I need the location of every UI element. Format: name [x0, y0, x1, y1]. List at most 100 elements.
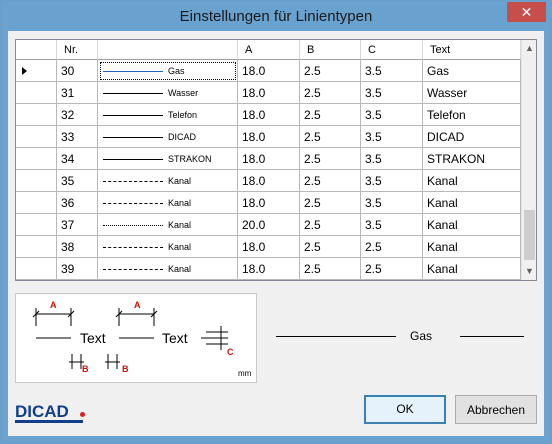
table-row[interactable]: 35 Kanal 18.0 2.5 3.5 Kanal [16, 170, 521, 192]
row-indicator [16, 258, 57, 280]
cell-c[interactable]: 3.5 [361, 192, 423, 214]
vertical-scrollbar[interactable]: ▲ ▼ [521, 40, 536, 280]
cell-nr[interactable]: 30 [57, 60, 98, 82]
cancel-button[interactable]: Abbrechen [455, 395, 537, 424]
logo-dot-icon [80, 412, 85, 417]
line-preview [103, 225, 163, 226]
cell-nr[interactable]: 38 [57, 236, 98, 258]
dialog-window: Einstellungen für Linientypen ✕ Nr. A B … [0, 0, 552, 444]
cell-text[interactable]: STRAKON [423, 148, 521, 170]
header-b[interactable]: B [300, 40, 361, 60]
header-nr[interactable]: Nr. [57, 40, 98, 60]
cell-c[interactable]: 2.5 [361, 236, 423, 258]
cell-preview[interactable]: Kanal [98, 214, 238, 236]
dialog-client-area: Nr. A B C Text 30 Gas 18.0 2.5 3.5 Gas 31 Wasse… [8, 31, 544, 436]
cell-c[interactable]: 3.5 [361, 148, 423, 170]
cell-text[interactable]: Gas [423, 60, 521, 82]
cell-c[interactable]: 3.5 [361, 60, 423, 82]
dimension-label-b-left: B [82, 364, 89, 374]
cell-a[interactable]: 18.0 [238, 236, 300, 258]
cell-preview[interactable]: DICAD [98, 126, 238, 148]
ok-button[interactable]: OK [364, 395, 446, 424]
row-indicator [16, 236, 57, 258]
cell-nr[interactable]: 35 [57, 170, 98, 192]
cell-text[interactable]: Wasser [423, 82, 521, 104]
cell-b[interactable]: 2.5 [300, 60, 361, 82]
cell-nr[interactable]: 33 [57, 126, 98, 148]
scroll-down-arrow-icon[interactable]: ▼ [522, 263, 536, 280]
table-row[interactable]: 36 Kanal 18.0 2.5 3.5 Kanal [16, 192, 521, 214]
cell-preview[interactable]: Kanal [98, 236, 238, 258]
cell-b[interactable]: 2.5 [300, 126, 361, 148]
cell-a[interactable]: 18.0 [238, 104, 300, 126]
header-preview[interactable] [98, 40, 238, 60]
cell-nr[interactable]: 36 [57, 192, 98, 214]
cell-text[interactable]: Telefon [423, 104, 521, 126]
line-preview [103, 137, 163, 138]
cell-text[interactable]: Kanal [423, 214, 521, 236]
cell-a[interactable]: 18.0 [238, 148, 300, 170]
cell-preview[interactable]: Kanal [98, 170, 238, 192]
header-c[interactable]: C [361, 40, 423, 60]
cell-text[interactable]: DICAD [423, 126, 521, 148]
line-preview-label: Kanal [168, 176, 192, 186]
cell-a[interactable]: 18.0 [238, 170, 300, 192]
cell-text[interactable]: Kanal [423, 192, 521, 214]
cell-b[interactable]: 2.5 [300, 258, 361, 280]
cell-preview[interactable]: Gas [98, 60, 238, 82]
table-row[interactable]: 34 STRAKON 18.0 2.5 3.5 STRAKON [16, 148, 521, 170]
table-row[interactable]: 39 Kanal 18.0 2.5 2.5 Kanal [16, 258, 521, 280]
row-indicator [16, 148, 57, 170]
cell-b[interactable]: 2.5 [300, 236, 361, 258]
linetype-grid[interactable]: Nr. A B C Text 30 Gas 18.0 2.5 3.5 Gas 31 Wasse… [15, 39, 537, 281]
cell-b[interactable]: 2.5 [300, 148, 361, 170]
cell-a[interactable]: 20.0 [238, 214, 300, 236]
table-row[interactable]: 38 Kanal 18.0 2.5 2.5 Kanal [16, 236, 521, 258]
cell-nr[interactable]: 34 [57, 148, 98, 170]
table-row[interactable]: 37 Kanal 20.0 2.5 3.5 Kanal [16, 214, 521, 236]
cell-text[interactable]: Kanal [423, 170, 521, 192]
row-indicator [16, 60, 57, 82]
cell-c[interactable]: 3.5 [361, 82, 423, 104]
header-a[interactable]: A [238, 40, 300, 60]
line-preview [103, 71, 163, 72]
table-row[interactable]: 31 Wasser 18.0 2.5 3.5 Wasser [16, 82, 521, 104]
title-bar[interactable]: Einstellungen für Linientypen ✕ [1, 1, 551, 31]
header-text[interactable]: Text [423, 40, 521, 60]
cell-b[interactable]: 2.5 [300, 214, 361, 236]
cell-a[interactable]: 18.0 [238, 192, 300, 214]
cell-a[interactable]: 18.0 [238, 60, 300, 82]
cell-nr[interactable]: 32 [57, 104, 98, 126]
cell-preview[interactable]: Kanal [98, 258, 238, 280]
cell-text[interactable]: Kanal [423, 236, 521, 258]
cell-b[interactable]: 2.5 [300, 82, 361, 104]
cell-text[interactable]: Kanal [423, 258, 521, 280]
sample-line-left [276, 336, 396, 337]
line-preview [103, 269, 163, 270]
line-preview [103, 203, 163, 204]
cell-nr[interactable]: 39 [57, 258, 98, 280]
cell-c[interactable]: 3.5 [361, 170, 423, 192]
cell-preview[interactable]: Telefon [98, 104, 238, 126]
cell-b[interactable]: 2.5 [300, 104, 361, 126]
table-row[interactable]: 33 DICAD 18.0 2.5 3.5 DICAD [16, 126, 521, 148]
cell-b[interactable]: 2.5 [300, 192, 361, 214]
cell-preview[interactable]: STRAKON [98, 148, 238, 170]
scroll-thumb[interactable] [524, 210, 535, 260]
scroll-up-arrow-icon[interactable]: ▲ [522, 40, 536, 57]
cell-preview[interactable]: Kanal [98, 192, 238, 214]
table-row[interactable]: 30 Gas 18.0 2.5 3.5 Gas [16, 60, 521, 82]
cell-a[interactable]: 18.0 [238, 82, 300, 104]
cell-nr[interactable]: 31 [57, 82, 98, 104]
cell-a[interactable]: 18.0 [238, 258, 300, 280]
cell-preview[interactable]: Wasser [98, 82, 238, 104]
cell-b[interactable]: 2.5 [300, 170, 361, 192]
table-row[interactable]: 32 Telefon 18.0 2.5 3.5 Telefon [16, 104, 521, 126]
cell-c[interactable]: 3.5 [361, 214, 423, 236]
cell-c[interactable]: 3.5 [361, 126, 423, 148]
cell-nr[interactable]: 37 [57, 214, 98, 236]
close-button[interactable]: ✕ [507, 2, 546, 22]
cell-a[interactable]: 18.0 [238, 126, 300, 148]
cell-c[interactable]: 3.5 [361, 104, 423, 126]
cell-c[interactable]: 2.5 [361, 258, 423, 280]
